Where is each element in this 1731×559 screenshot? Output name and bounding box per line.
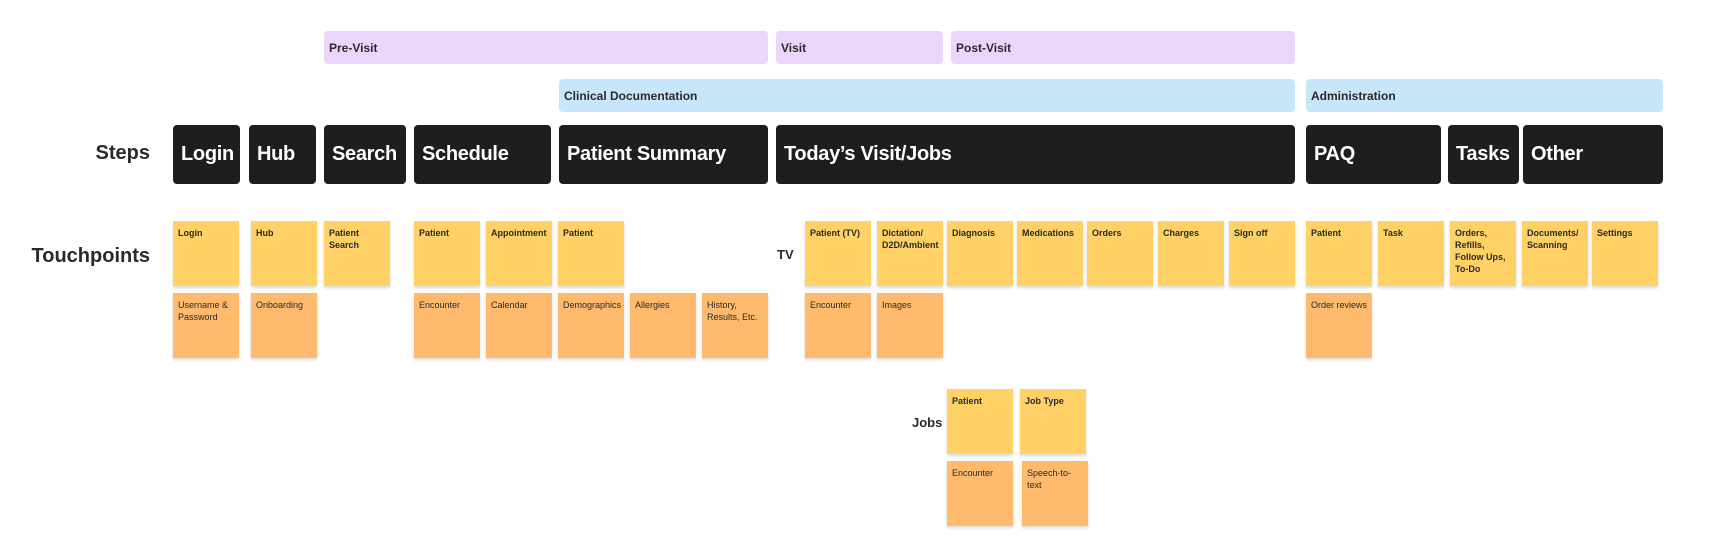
step-todays-visit-jobs: Today’s Visit/Jobs xyxy=(776,125,1295,184)
sticky-hub: Hub xyxy=(251,221,317,286)
phase-label: Pre-Visit xyxy=(329,40,378,55)
sticky-order-reviews: Order reviews xyxy=(1306,293,1372,358)
row-label-jobs: Jobs xyxy=(912,415,943,430)
row-label-touchpoints: Touchpoints xyxy=(31,245,151,267)
sticky-dictation: Dictation/ D2D/Ambient xyxy=(877,221,943,286)
sticky-charges: Charges xyxy=(1158,221,1224,286)
row-label-steps: Steps xyxy=(95,142,150,164)
sticky-allergies: Allergies xyxy=(630,293,696,358)
sticky-calendar: Calendar xyxy=(486,293,552,358)
sticky-job-type: Job Type xyxy=(1020,389,1086,454)
sticky-patient-search: Patient Search xyxy=(324,221,390,286)
area-label: Administration xyxy=(1311,88,1396,103)
sticky-demographics: Demographics xyxy=(558,293,624,358)
sticky-summary-patient: Patient xyxy=(558,221,624,286)
sticky-orders-refills: Orders, Refills, Follow Ups, To-Do xyxy=(1450,221,1516,286)
sticky-task: Task xyxy=(1378,221,1444,286)
sticky-schedule-patient: Patient xyxy=(414,221,480,286)
step-hub: Hub xyxy=(249,125,316,184)
sticky-diagnosis: Diagnosis xyxy=(947,221,1013,286)
step-other: Other xyxy=(1523,125,1663,184)
step-paq: PAQ xyxy=(1306,125,1441,184)
sticky-login: Login xyxy=(173,221,239,286)
area-label: Clinical Documentation xyxy=(564,88,698,103)
sticky-medications: Medications xyxy=(1017,221,1083,286)
sticky-paq-patient: Patient xyxy=(1306,221,1372,286)
step-schedule: Schedule xyxy=(414,125,551,184)
area-clinical-documentation: Clinical Documentation xyxy=(559,79,1295,112)
sticky-jobs-patient: Patient xyxy=(947,389,1013,454)
row-label-tv: TV xyxy=(777,247,794,262)
sticky-images: Images xyxy=(877,293,943,358)
phase-label: Post-Visit xyxy=(956,40,1012,55)
phase-label: Visit xyxy=(781,40,807,55)
sticky-orders: Orders xyxy=(1087,221,1153,286)
sticky-onboarding: Onboarding xyxy=(251,293,317,358)
sticky-appointment: Appointment xyxy=(486,221,552,286)
step-patient-summary: Patient Summary xyxy=(559,125,768,184)
phase-post-visit: Post-Visit xyxy=(951,31,1295,64)
sticky-schedule-encounter: Encounter xyxy=(414,293,480,358)
step-login: Login xyxy=(173,125,240,184)
sticky-tv-encounter: Encounter xyxy=(805,293,871,358)
sticky-settings: Settings xyxy=(1592,221,1658,286)
sticky-speech-to-text: Speech-to-text xyxy=(1022,461,1088,526)
sticky-documents-scanning: Documents/ Scanning xyxy=(1522,221,1588,286)
area-administration: Administration xyxy=(1306,79,1663,112)
sticky-history-results: History, Results, Etc. xyxy=(702,293,768,358)
sticky-sign-off: Sign off xyxy=(1229,221,1295,286)
step-tasks: Tasks xyxy=(1448,125,1519,184)
sticky-jobs-encounter: Encounter xyxy=(947,461,1013,526)
phase-pre-visit: Pre-Visit xyxy=(324,31,768,64)
sticky-username-password: Username & Password xyxy=(173,293,239,358)
step-search: Search xyxy=(324,125,406,184)
phase-visit: Visit xyxy=(776,31,943,64)
sticky-patient-tv: Patient (TV) xyxy=(805,221,871,286)
